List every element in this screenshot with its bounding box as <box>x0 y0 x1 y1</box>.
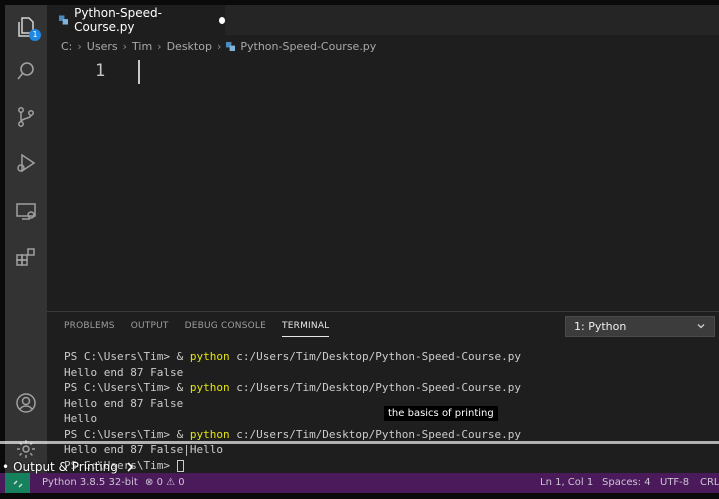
source-control-icon <box>18 107 34 127</box>
remote-button[interactable] <box>5 473 30 493</box>
remote-icon <box>13 480 22 488</box>
python-file-icon <box>59 15 69 25</box>
video-progress-bar[interactable] <box>0 441 719 444</box>
search-button[interactable] <box>5 51 47 91</box>
breadcrumb: C: › Users › Tim › Desktop › Python-Spee… <box>47 35 719 57</box>
tab-label: Python-Speed-Course.py <box>74 6 162 34</box>
warning-icon: ⚠ <box>166 477 176 488</box>
accounts-button[interactable] <box>5 383 47 423</box>
explorer-badge: 1 <box>29 29 41 41</box>
encoding[interactable]: UTF-8 <box>660 477 689 488</box>
breadcrumb-desktop[interactable]: Desktop <box>167 40 212 53</box>
run-debug-button[interactable] <box>5 143 47 183</box>
explorer-button[interactable]: 1 <box>5 7 47 47</box>
breadcrumb-drive[interactable]: C: <box>61 40 72 53</box>
text-cursor <box>138 60 140 84</box>
chapter-title: Output & Printing <box>13 460 118 474</box>
bottom-panel: PROBLEMS OUTPUT DEBUG CONSOLE TERMINAL 1… <box>47 311 719 474</box>
tab-terminal[interactable]: TERMINAL <box>282 321 330 337</box>
account-icon <box>16 393 36 413</box>
chevron-right-icon <box>127 462 134 472</box>
tab-output[interactable]: OUTPUT <box>131 321 169 337</box>
extensions-icon <box>16 248 35 266</box>
remote-explorer-icon <box>16 203 36 220</box>
line-ending[interactable]: CRL <box>700 477 719 488</box>
chevron-right-icon: › <box>77 39 82 53</box>
breadcrumb-users[interactable]: Users <box>87 40 118 53</box>
tab-problems[interactable]: PROBLEMS <box>64 321 115 337</box>
terminal-line: PS C:\Users\Tim> & python c:/Users/Tim/D… <box>64 381 521 394</box>
terminal-line: PS C:\Users\Tim> & python c:/Users/Tim/D… <box>64 350 521 363</box>
video-subtitle: the basics of printing <box>384 406 498 421</box>
status-bar: Python 3.8.5 32-bit ⊗ 0 ⚠ 0 Ln 1, Col 1 … <box>0 473 719 493</box>
tab-python-speed-course[interactable]: Python-Speed-Course.py <box>47 5 226 35</box>
chevron-right-icon: › <box>157 39 162 53</box>
breadcrumb-tim[interactable]: Tim <box>132 40 152 53</box>
chevron-right-icon: › <box>216 39 222 53</box>
chevron-right-icon: › <box>122 39 128 53</box>
error-icon: ⊗ <box>145 477 154 488</box>
terminal-line: PS C:\Users\Tim> & python c:/Users/Tim/D… <box>64 427 521 441</box>
activity-bar: 1 <box>5 5 47 473</box>
remote-explorer-button[interactable] <box>5 191 47 231</box>
search-icon <box>17 62 34 80</box>
editor-tab-bar: Python-Speed-Course.py <box>47 5 719 35</box>
panel-tabs: PROBLEMS OUTPUT DEBUG CONSOLE TERMINAL <box>64 321 345 337</box>
chevron-down-icon <box>697 324 705 329</box>
breadcrumb-file[interactable]: Python-Speed-Course.py <box>240 40 376 53</box>
line-number: 1 <box>95 61 106 81</box>
chapter-dot-icon: • <box>2 460 10 474</box>
problems-indicator[interactable]: ⊗ 0 ⚠ 0 <box>145 477 185 488</box>
source-control-button[interactable] <box>5 97 47 137</box>
video-frame-bottom <box>0 493 719 499</box>
unsaved-dot-icon[interactable] <box>218 16 226 24</box>
code-editor[interactable]: 1 <box>47 57 719 307</box>
terminal-line: Hello end 87 False <box>64 365 184 379</box>
indentation[interactable]: Spaces: 4 <box>602 477 651 488</box>
terminal-select[interactable]: 1: Python <box>565 316 715 337</box>
tab-debug-console[interactable]: DEBUG CONSOLE <box>185 321 266 337</box>
extensions-button[interactable] <box>5 237 47 277</box>
python-interpreter[interactable]: Python 3.8.5 32-bit <box>42 477 138 488</box>
vscode-window: 1 Python-Speed-Course.py C: › Users › Ti… <box>0 0 719 499</box>
terminal-cursor <box>176 459 184 472</box>
video-progress-fill <box>0 441 719 444</box>
run-debug-icon <box>17 153 36 173</box>
terminal-line: Hello end 87 False|Hello <box>64 443 223 456</box>
terminal-select-value: 1: Python <box>574 320 627 333</box>
python-file-icon <box>226 41 236 51</box>
cursor-position[interactable]: Ln 1, Col 1 <box>540 477 593 488</box>
video-chapter-button[interactable]: • Output & Printing <box>2 460 136 474</box>
